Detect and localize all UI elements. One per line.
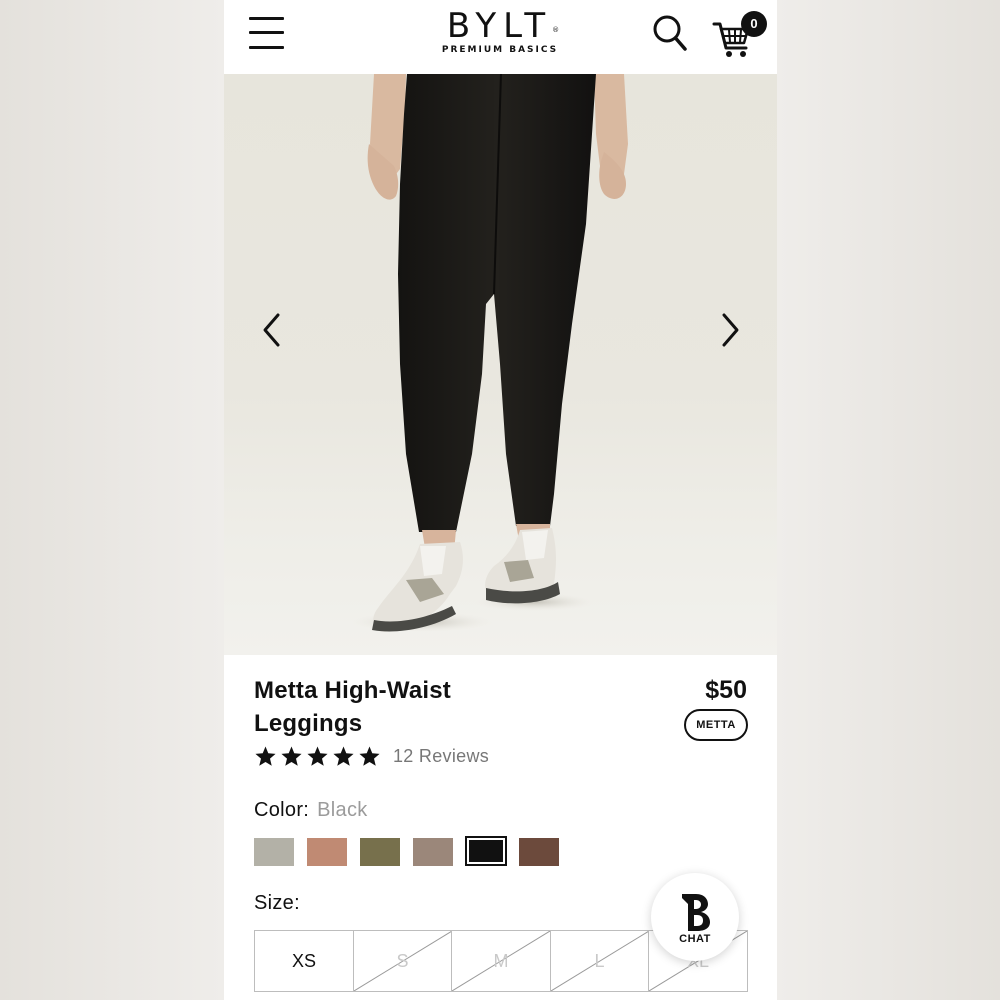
selected-color-value: Black: [317, 799, 368, 821]
size-option-label: S: [396, 951, 409, 971]
product-title: Metta High-Waist Leggings: [254, 677, 451, 737]
color-swatch-olive[interactable]: [360, 838, 400, 866]
bylt-b-icon: [682, 894, 710, 931]
chat-button[interactable]: CHAT: [651, 873, 739, 961]
color-swatch-grey[interactable]: [254, 838, 294, 866]
page-backdrop-right: [776, 0, 1000, 1000]
star-icon: [307, 745, 328, 766]
cart-button[interactable]: 0: [712, 10, 768, 58]
size-option-l[interactable]: L: [549, 930, 650, 992]
color-label: Color:: [254, 799, 310, 821]
star-icon: [359, 745, 380, 766]
chevron-right-icon[interactable]: [712, 310, 746, 350]
size-option-label: XS: [291, 951, 316, 971]
brand-logo-wordmark: BYLT®: [446, 6, 560, 46]
color-swatch-black[interactable]: [465, 836, 507, 866]
product-price: $50: [705, 676, 747, 704]
search-icon[interactable]: [652, 14, 688, 54]
brand-logo[interactable]: BYLT® PREMIUM BASICS: [420, 8, 580, 62]
size-option-m[interactable]: M: [451, 930, 551, 992]
product-rating[interactable]: 12 Reviews: [254, 742, 489, 770]
size-option-label: L: [594, 951, 605, 971]
size-option-s[interactable]: S: [352, 930, 453, 992]
color-selector-header: Color: Black: [254, 796, 368, 824]
mobile-product-page: BYLT® PREMIUM BASICS 0 Metta High-Waist …: [224, 0, 777, 1000]
site-header: BYLT® PREMIUM BASICS 0: [224, 0, 777, 74]
chat-label: CHAT: [679, 933, 711, 945]
page-backdrop-left: [0, 0, 224, 1000]
rating-stars: [254, 745, 381, 768]
collection-tag[interactable]: METTA: [684, 709, 748, 741]
product-image-carousel[interactable]: [224, 74, 777, 655]
star-icon: [255, 745, 276, 766]
color-swatch-taupe[interactable]: [413, 838, 453, 866]
star-icon: [333, 745, 354, 766]
cart-count-badge: 0: [741, 11, 767, 37]
product-photo: [352, 74, 628, 632]
hamburger-menu-icon[interactable]: [246, 14, 286, 54]
size-option-xs[interactable]: XS: [254, 930, 354, 992]
reviews-link[interactable]: 12 Reviews: [393, 746, 489, 767]
chevron-left-icon[interactable]: [256, 310, 290, 350]
star-icon: [281, 745, 302, 766]
size-label: Size:: [254, 892, 300, 914]
brand-logo-tagline: PREMIUM BASICS: [441, 45, 559, 55]
color-swatch-terracotta[interactable]: [307, 838, 347, 866]
size-option-label: M: [493, 951, 509, 971]
color-swatch-brown[interactable]: [519, 838, 559, 866]
